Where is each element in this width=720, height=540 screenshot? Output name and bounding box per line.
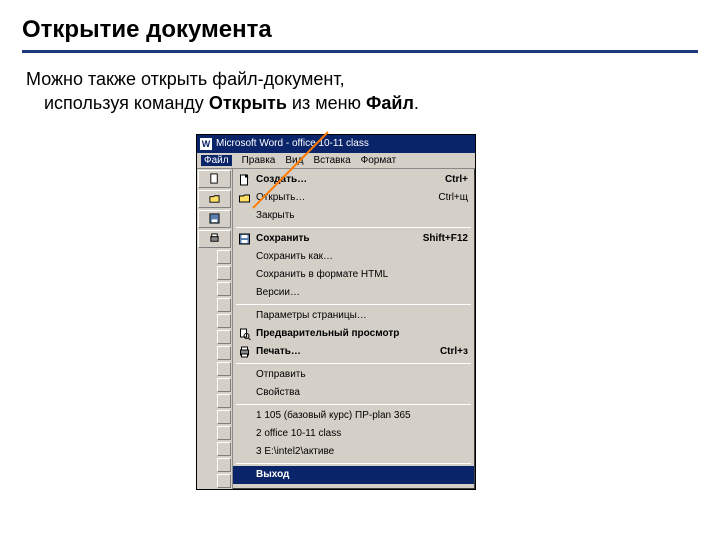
menu-separator (236, 363, 471, 364)
file-menu-dropdown: Создать… Ctrl+ Открыть… Ctrl+щ Закрыть Сохран… (233, 169, 475, 489)
title-rule (22, 50, 698, 53)
titlebar: W Microsoft Word - office 10-11 class (197, 135, 475, 153)
menu-insert[interactable]: Вставка (313, 155, 350, 166)
menu-item-label: Печать… (256, 346, 434, 357)
para-end: . (414, 93, 419, 113)
menu-item-label: Предварительный просмотр (256, 328, 468, 339)
blank-icon (236, 286, 252, 300)
tb-slot-9 (217, 378, 231, 392)
toolbar-left (197, 169, 233, 489)
menu-item-label: 2 office 10-11 class (256, 428, 468, 439)
blank-icon (236, 368, 252, 382)
menu-item[interactable]: Свойства (233, 384, 474, 402)
menu-item-label: Создать… (256, 174, 439, 185)
menu-item-label: Версии… (256, 287, 468, 298)
tb-new-icon[interactable] (198, 170, 231, 188)
blank-icon (236, 445, 252, 459)
menu-format[interactable]: Формат (361, 155, 397, 166)
menu-item-label: Открыть… (256, 192, 432, 203)
menu-item[interactable]: Предварительный просмотр (233, 325, 474, 343)
menu-shortcut: Ctrl+ (445, 174, 468, 185)
menu-item-label: Сохранить как… (256, 251, 468, 262)
tb-slot-7 (217, 346, 231, 360)
menu-shortcut: Ctrl+з (440, 346, 468, 357)
tb-slot-1 (217, 250, 231, 264)
tb-slot-6 (217, 330, 231, 344)
menu-shortcut: Shift+F12 (423, 233, 468, 244)
blank-icon (236, 409, 252, 423)
menu-item[interactable]: Создать… Ctrl+ (233, 171, 474, 189)
para-indent: используя команду (44, 93, 209, 113)
blank-icon (236, 268, 252, 282)
menu-item[interactable]: Сохранить Shift+F12 (233, 230, 474, 248)
tb-slot-10 (217, 394, 231, 408)
open-icon (236, 191, 252, 205)
menu-view[interactable]: Вид (285, 155, 303, 166)
window-title: Microsoft Word - office 10-11 class (216, 138, 369, 149)
menu-item[interactable]: 1 105 (базовый курс) ПР-plan 365 (233, 407, 474, 425)
para-bold-open: Открыть (209, 93, 287, 113)
menu-item[interactable]: Печать… Ctrl+з (233, 343, 474, 361)
menu-item-label: Сохранить (256, 233, 417, 244)
tb-slot-2 (217, 266, 231, 280)
print-icon (236, 345, 252, 359)
para-line1: Можно также открыть файл-документ, (26, 69, 345, 89)
tb-slot-3 (217, 282, 231, 296)
menu-item[interactable]: Параметры страницы… (233, 307, 474, 325)
description-paragraph: Можно также открыть файл-документ, испол… (22, 67, 698, 116)
tb-slot-14 (217, 458, 231, 472)
menu-item-label: 3 E:\intel2\активе (256, 446, 468, 457)
menubar: Файл Правка Вид Вставка Формат (197, 153, 475, 169)
menu-separator (236, 304, 471, 305)
menu-item[interactable]: Выход (233, 466, 474, 484)
menu-item-label: Свойства (256, 387, 468, 398)
blank-icon (236, 209, 252, 223)
tb-slot-12 (217, 426, 231, 440)
blank-icon (236, 427, 252, 441)
menu-item[interactable]: 2 office 10-11 class (233, 425, 474, 443)
menu-item[interactable]: Закрыть (233, 207, 474, 225)
tb-print-icon[interactable] (198, 230, 231, 248)
tb-open-icon[interactable] (198, 190, 231, 208)
blank-icon (236, 250, 252, 264)
tb-slot-4 (217, 298, 231, 312)
menu-item[interactable]: Версии… (233, 284, 474, 302)
para-mid: из меню (287, 93, 366, 113)
new-icon (236, 173, 252, 187)
tb-slot-8 (217, 362, 231, 376)
tb-save-icon[interactable] (198, 210, 231, 228)
tb-slot-13 (217, 442, 231, 456)
menu-shortcut: Ctrl+щ (438, 192, 468, 203)
menu-item[interactable]: Сохранить как… (233, 248, 474, 266)
menu-item-label: Выход (256, 469, 468, 480)
menu-separator (236, 227, 471, 228)
word-icon: W (200, 138, 212, 150)
menu-separator (236, 463, 471, 464)
menu-item[interactable]: Открыть… Ctrl+щ (233, 189, 474, 207)
blank-icon (236, 386, 252, 400)
menu-file[interactable]: Файл (201, 155, 232, 166)
tb-slot-11 (217, 410, 231, 424)
word-window-screenshot: W Microsoft Word - office 10-11 class Фа… (196, 134, 476, 490)
menu-item[interactable]: 3 E:\intel2\активе (233, 443, 474, 461)
preview-icon (236, 327, 252, 341)
menu-item-label: Параметры страницы… (256, 310, 468, 321)
para-bold-file: Файл (366, 93, 414, 113)
menu-separator (236, 404, 471, 405)
menu-item-label: 1 105 (базовый курс) ПР-plan 365 (256, 410, 468, 421)
menu-item-label: Закрыть (256, 210, 468, 221)
tb-slot-5 (217, 314, 231, 328)
tb-slot-15 (217, 474, 231, 488)
menu-item[interactable]: Сохранить в формате HTML (233, 266, 474, 284)
slide-title: Открытие документа (22, 16, 698, 44)
save-icon (236, 232, 252, 246)
menu-item[interactable]: Отправить (233, 366, 474, 384)
menu-item-label: Отправить (256, 369, 468, 380)
blank-icon (236, 468, 252, 482)
menu-item-label: Сохранить в формате HTML (256, 269, 468, 280)
blank-icon (236, 309, 252, 323)
menu-edit[interactable]: Правка (242, 155, 276, 166)
